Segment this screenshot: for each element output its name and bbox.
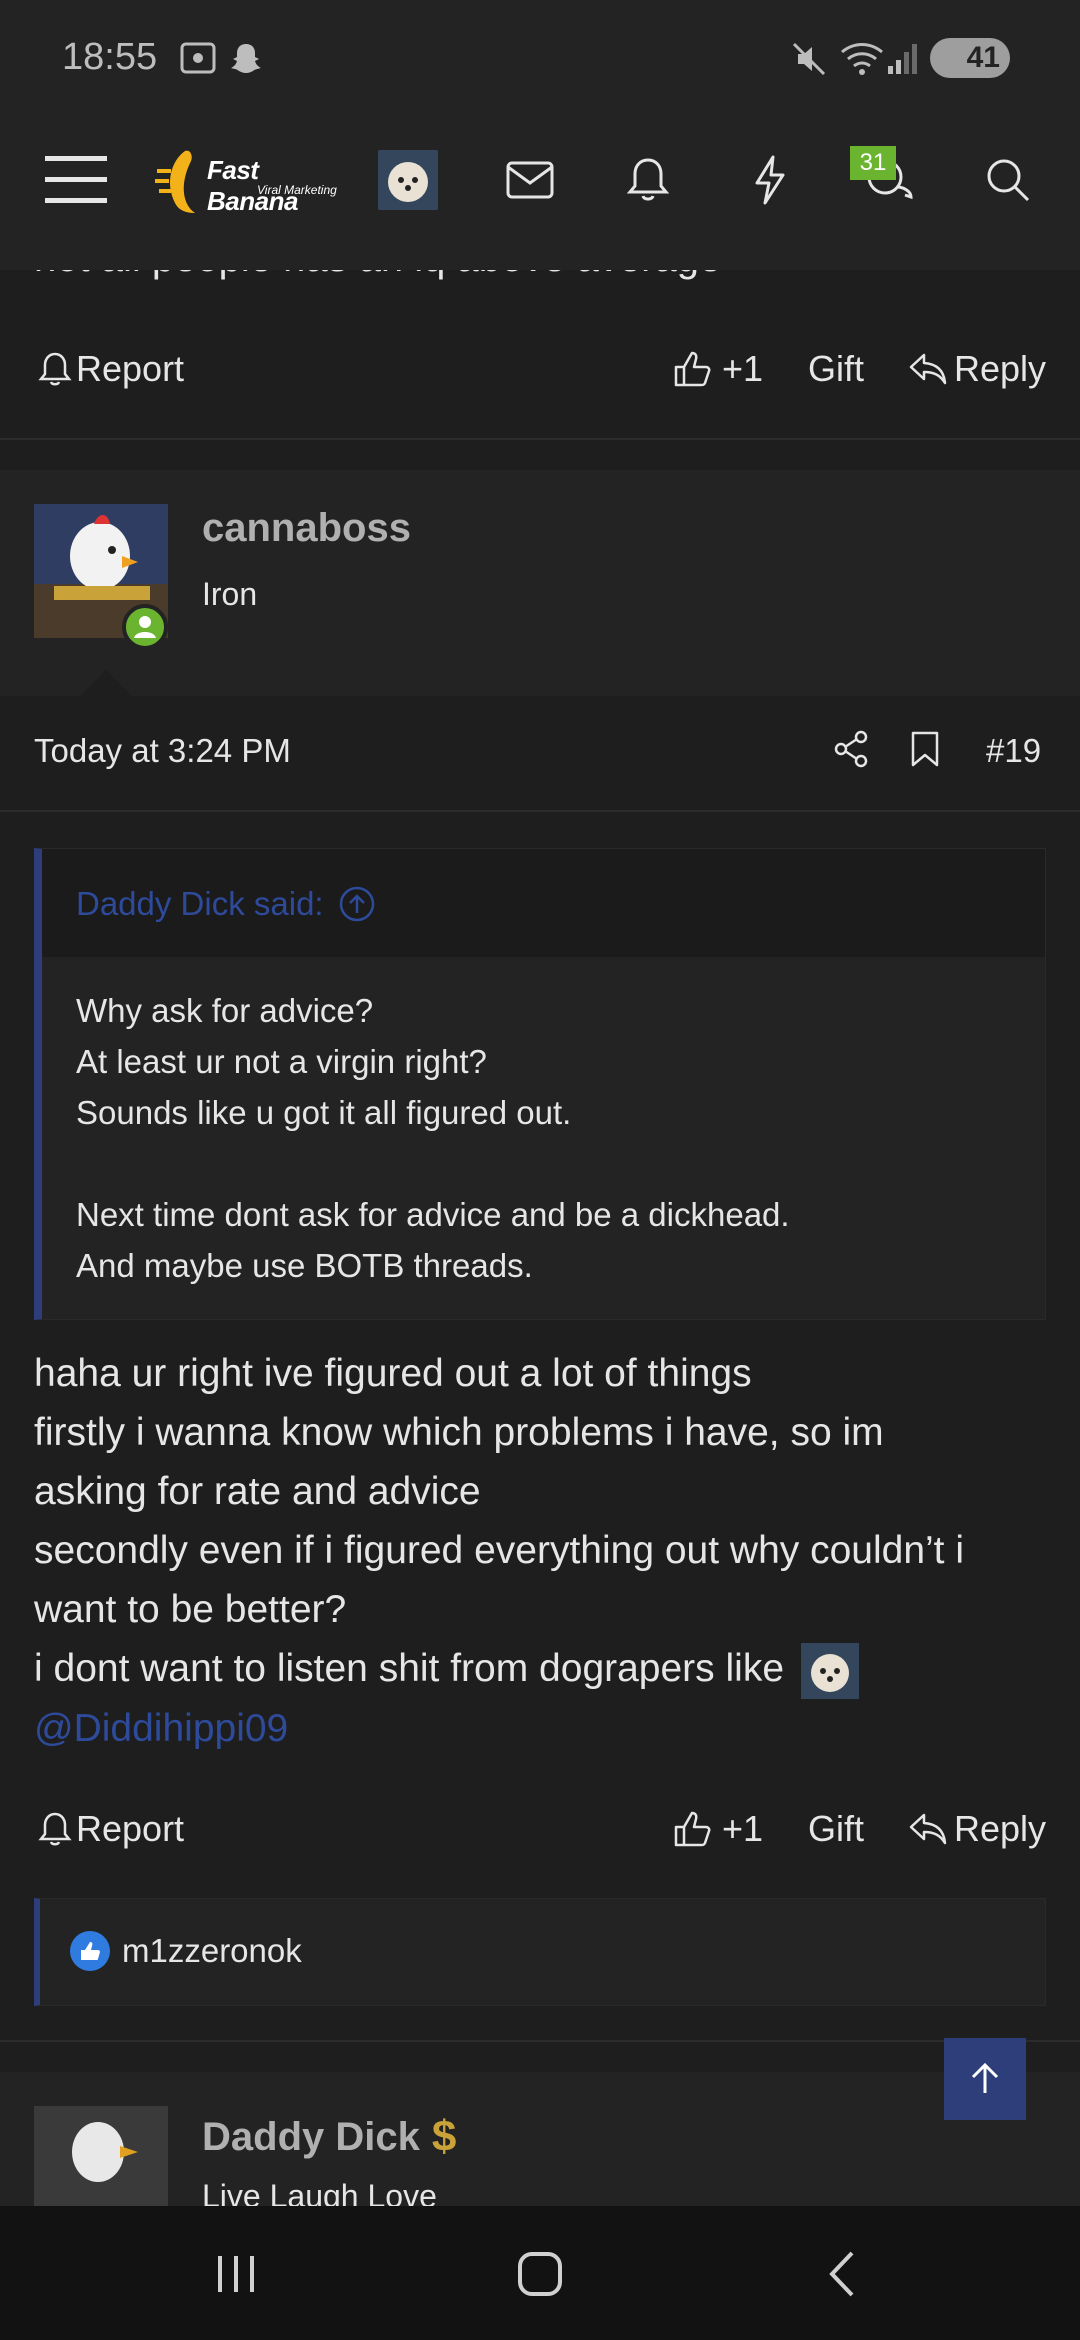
post-date[interactable]: Today at 3:24 PM: [34, 732, 291, 770]
like-count: +1: [722, 348, 764, 389]
gift-button[interactable]: Gift: [808, 1808, 864, 1850]
post-line: want to be better?: [34, 1588, 347, 1631]
wifi-icon: [840, 40, 884, 83]
post-line: i dont want to listen shit from dograper…: [34, 1647, 785, 1690]
thumbs-up-icon: [674, 351, 711, 387]
like-button[interactable]: +1: [672, 348, 763, 390]
arrow-up-icon: [971, 2062, 999, 2093]
report-label: Report: [76, 348, 185, 389]
quote-block: Daddy Dick said: Why ask for advice? At …: [34, 848, 1046, 1320]
reply-label: Reply: [954, 348, 1047, 389]
like-button[interactable]: +1: [672, 1808, 763, 1850]
reaction-username[interactable]: m1zzeronok: [122, 1932, 302, 1970]
hamburger-menu-icon[interactable]: [36, 140, 116, 220]
dollar-badge-icon: $: [431, 2112, 457, 2161]
dog-emoji-image: [800, 1642, 859, 1699]
share-icon[interactable]: [832, 730, 870, 773]
user-mention-link[interactable]: @Diddihippi09: [34, 1699, 1054, 1758]
thumbs-up-icon: [674, 1811, 711, 1847]
previous-post-text: not all people has an iq above average: [34, 270, 721, 281]
quote-line: Why ask for advice?: [76, 992, 374, 1029]
quote-body: Why ask for advice? At least ur not a vi…: [76, 985, 790, 1291]
quote-author: Daddy Dick said:: [76, 885, 324, 922]
snapchat-icon: [228, 40, 264, 81]
divider: [0, 810, 1080, 812]
report-button[interactable]: Report: [38, 348, 184, 390]
bookmark-icon[interactable]: [910, 730, 940, 773]
logo-subtitle: Viral Marketing: [257, 183, 337, 197]
reply-button[interactable]: Reply: [908, 1808, 1046, 1850]
quote-author-link[interactable]: Daddy Dick said:: [76, 885, 376, 923]
post-line-with-emoji: i dont want to listen shit from dograper…: [34, 1639, 1054, 1699]
user-avatar[interactable]: [378, 150, 438, 210]
post-line: secondly even if i figured everything ou…: [34, 1529, 965, 1572]
next-author-username: Daddy Dick: [202, 2114, 420, 2159]
battery-indicator: 41: [930, 38, 1010, 78]
report-button[interactable]: Report: [38, 1808, 184, 1850]
post-body: haha ur right ive figured out a lot of t…: [34, 1344, 1054, 1758]
like-reaction-icon: [70, 1931, 110, 1971]
reply-label: Reply: [954, 1808, 1047, 1849]
recent-apps-icon[interactable]: [196, 2234, 276, 2314]
mute-icon: [790, 40, 828, 83]
reply-button[interactable]: Reply: [908, 348, 1046, 390]
bell-icon[interactable]: [608, 140, 688, 220]
quote-line: And maybe use BOTB threads.: [76, 1247, 533, 1284]
online-status-icon: [122, 604, 168, 650]
status-bar: 18:55 41: [0, 0, 1080, 120]
back-icon[interactable]: [802, 2234, 882, 2314]
post-line: haha ur right ive figured out a lot of t…: [34, 1352, 752, 1395]
quote-line: Next time dont ask for advice and be a d…: [76, 1196, 790, 1233]
quote-line: [76, 1138, 790, 1189]
battery-level: 41: [966, 41, 1000, 74]
post-actions: Report +1 Gift Reply: [0, 1794, 1080, 1864]
system-navigation-bar: [0, 2206, 1080, 2340]
banana-logo-icon: [155, 150, 195, 213]
post-number[interactable]: #19: [986, 732, 1041, 770]
bell-icon: [38, 1812, 72, 1846]
bell-icon: [38, 352, 72, 386]
quote-line: Sounds like u got it all figured out.: [76, 1094, 572, 1131]
header-pointer: [80, 670, 132, 696]
next-author-name[interactable]: Daddy Dick $: [202, 2112, 456, 2162]
home-icon[interactable]: [500, 2234, 580, 2314]
lightning-icon[interactable]: [730, 140, 810, 220]
previous-post-actions: Report +1 Gift Reply: [0, 334, 1080, 404]
quote-line: At least ur not a virgin right?: [76, 1043, 487, 1080]
post-line: asking for rate and advice: [34, 1470, 481, 1513]
author-username[interactable]: cannaboss: [202, 506, 411, 551]
site-logo[interactable]: Fast Banana Viral Marketing: [155, 145, 350, 217]
author-title: Iron: [202, 576, 258, 612]
inbox-icon[interactable]: [490, 140, 570, 220]
clock: 18:55: [62, 36, 158, 78]
screenshot-icon: [178, 40, 218, 81]
post-line: firstly i wanna know which problems i ha…: [34, 1411, 884, 1454]
scroll-to-top-button[interactable]: [944, 2038, 1026, 2120]
reactions-bar[interactable]: m1zzeronok: [34, 1898, 1046, 2006]
reply-icon: [909, 353, 947, 385]
divider: [0, 2040, 1080, 2042]
conversations-badge: 31: [850, 146, 896, 180]
report-label: Report: [76, 1808, 185, 1849]
divider: [0, 438, 1080, 440]
like-count: +1: [722, 1808, 764, 1849]
cell-signal-icon: [886, 40, 922, 81]
search-icon[interactable]: [968, 140, 1048, 220]
reaction-summary: m1zzeronok: [70, 1931, 302, 1971]
gift-button[interactable]: Gift: [808, 348, 864, 390]
reply-icon: [909, 1813, 947, 1845]
arrow-up-circle-icon: [339, 886, 374, 922]
